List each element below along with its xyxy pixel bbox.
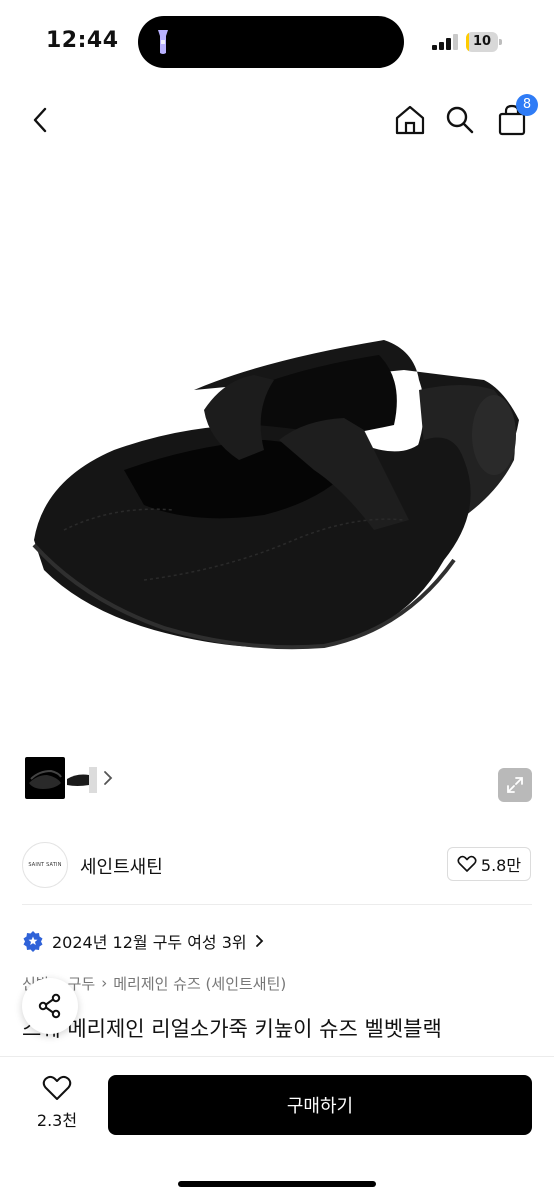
home-button[interactable] [388, 96, 432, 144]
heart-icon [42, 1075, 72, 1100]
thumbnail-1[interactable] [25, 757, 65, 799]
battery-indicator: 10 [466, 32, 502, 52]
signal-bars-icon [432, 34, 458, 50]
share-button[interactable] [22, 978, 78, 1034]
share-icon [38, 993, 61, 1019]
product-photo [32, 340, 519, 650]
thumbnail-2[interactable] [67, 757, 97, 799]
home-icon [395, 105, 425, 135]
chevron-right-icon [104, 771, 113, 785]
back-button[interactable] [18, 96, 62, 144]
shop-name[interactable]: 세인트새틴 [80, 853, 163, 879]
flashlight-icon [158, 30, 168, 54]
heart-icon [457, 855, 477, 872]
cart-button[interactable]: 8 [490, 94, 538, 144]
battery-level: 10 [472, 34, 492, 49]
divider [22, 904, 532, 905]
wishlist-button[interactable]: 2.3천 [28, 1075, 86, 1135]
star-badge-icon [23, 931, 43, 952]
bottom-action-bar: 2.3천 구매하기 [0, 1056, 554, 1200]
top-nav: 8 [0, 94, 554, 146]
status-time: 12:44 [46, 28, 119, 53]
shop-row[interactable]: SAINT SATIN 세인트새틴 5.8만 [0, 840, 554, 890]
chevron-right-icon [255, 935, 263, 947]
expand-button[interactable] [498, 768, 532, 802]
chevron-left-icon [33, 107, 47, 133]
shop-like-count: 5.8만 [480, 856, 522, 875]
status-bar: 12:44 10 [0, 0, 554, 84]
shop-logo[interactable]: SAINT SATIN [22, 842, 68, 888]
cart-count-badge: 8 [516, 94, 538, 116]
breadcrumb-separator: › [101, 974, 108, 992]
dynamic-island [138, 16, 404, 68]
home-indicator [178, 1181, 376, 1187]
thumbnail-strip[interactable] [22, 754, 116, 802]
buy-button[interactable]: 구매하기 [108, 1075, 532, 1135]
expand-icon [507, 777, 523, 793]
ranking-link[interactable]: 2024년 12월 구두 여성 3위 [22, 926, 265, 956]
shop-like-button[interactable]: 5.8만 [447, 847, 531, 881]
product-title: 스웨 메리제인 리얼소가죽 키높이 슈즈 벨벳블랙 (3cm/6cm) [22, 1017, 442, 1056]
wishlist-count: 2.3천 [36, 1111, 78, 1130]
search-button[interactable] [438, 96, 482, 144]
search-icon [446, 106, 474, 134]
ranking-text: 2024년 12월 구두 여성 3위 [52, 933, 247, 952]
breadcrumb-item[interactable]: 메리제인 슈즈 (세인트새틴) [113, 973, 286, 994]
